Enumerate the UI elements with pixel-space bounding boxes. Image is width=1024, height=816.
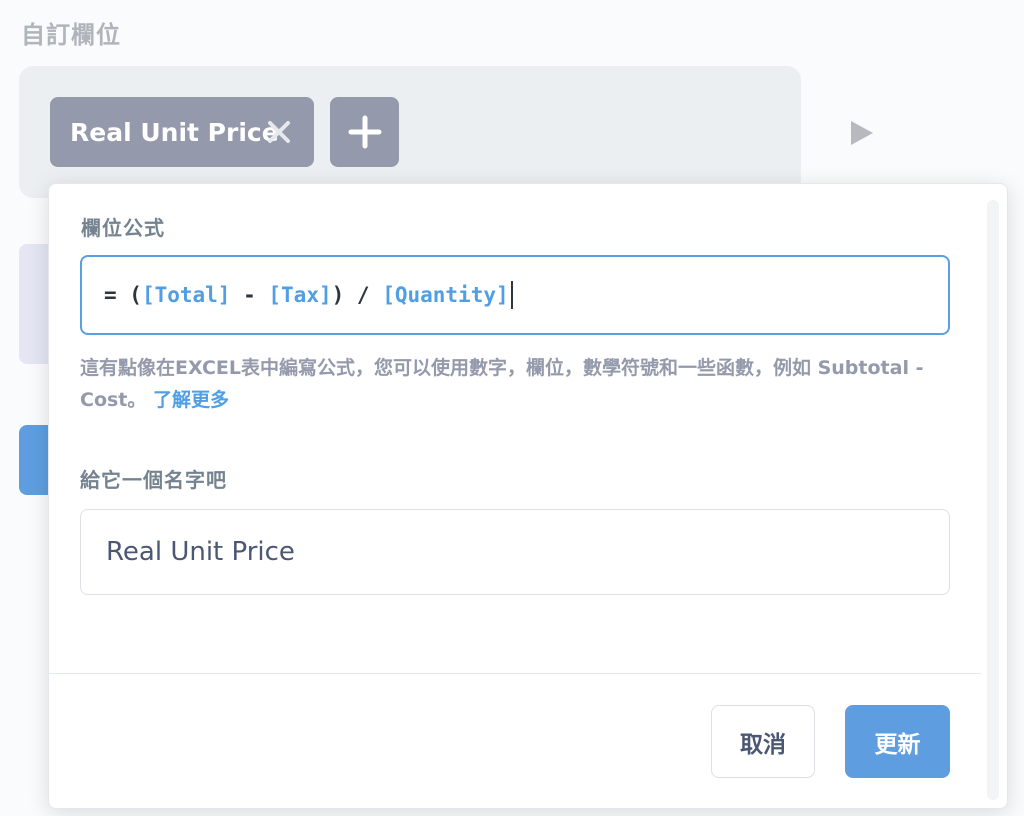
formula-editor[interactable]: = ([Total] - [Tax]) / [Quantity] (80, 255, 950, 335)
play-icon[interactable] (850, 120, 874, 146)
cancel-button[interactable]: 取消 (711, 705, 815, 778)
add-column-button[interactable] (330, 97, 399, 167)
formula-help-text: 這有點像在EXCEL表中編寫公式，您可以使用數字，欄位，數學符號和一些函數，例如… (80, 352, 960, 416)
chip-label: Real Unit Price (70, 117, 279, 147)
formula-token-op: = ( (104, 283, 142, 307)
notebook-page: 自訂欄位 Real Unit Price 欄位公式 = ([Total] - [… (0, 0, 1024, 816)
column-name-input[interactable] (80, 509, 950, 595)
popover-scrollbar[interactable] (987, 200, 999, 800)
section-title: 自訂欄位 (21, 21, 121, 49)
update-button[interactable]: 更新 (845, 705, 950, 778)
name-label: 給它一個名字吧 (80, 468, 227, 492)
formula-token-op: - (230, 283, 269, 307)
footer-divider (49, 673, 981, 674)
formula-token-field: [Total] (141, 283, 231, 307)
text-caret (510, 281, 513, 309)
close-icon[interactable] (264, 117, 294, 147)
learn-more-link[interactable]: 了解更多 (153, 389, 229, 411)
formula-token-field: [Tax] (268, 283, 332, 307)
formula-token-op: ) / (331, 283, 383, 307)
formula-label: 欄位公式 (81, 216, 165, 240)
custom-column-popover: 欄位公式 = ([Total] - [Tax]) / [Quantity] 這有… (48, 183, 1008, 809)
formula-token-field-active: [Quantity] (382, 283, 509, 307)
plus-icon (348, 115, 381, 149)
